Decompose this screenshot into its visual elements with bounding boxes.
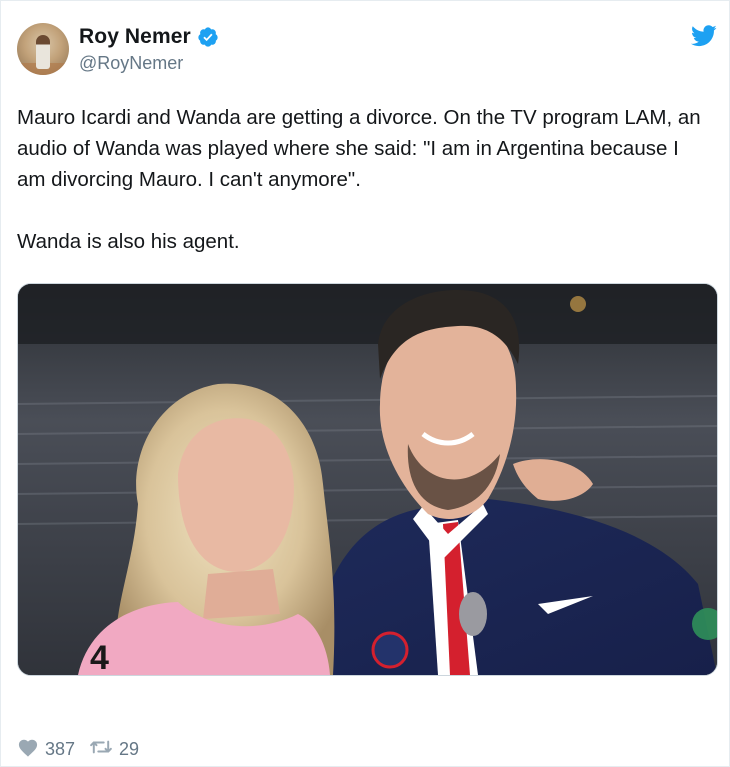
tweet-photo[interactable]: 4 bbox=[17, 283, 718, 676]
like-count: 387 bbox=[45, 738, 76, 759]
display-name[interactable]: Roy Nemer bbox=[79, 25, 191, 49]
tweet-text: Mauro Icardi and Wanda are getting a div… bbox=[17, 106, 701, 253]
retweet-icon[interactable] bbox=[89, 738, 113, 761]
avatar[interactable] bbox=[17, 23, 69, 75]
retweet-count: 29 bbox=[119, 738, 140, 759]
twitter-bird-icon[interactable] bbox=[690, 25, 717, 47]
photo-illustration: 4 bbox=[18, 284, 717, 675]
retweet-action[interactable]: 29 bbox=[89, 738, 139, 761]
tweet-header: Roy Nemer @RoyNemer bbox=[17, 23, 717, 79]
tweet-card: Roy Nemer @RoyNemer Mauro Icardi and Wan… bbox=[0, 0, 730, 767]
like-action[interactable]: 387 bbox=[17, 737, 75, 762]
verified-badge-icon bbox=[197, 26, 219, 48]
heart-icon[interactable] bbox=[17, 737, 39, 762]
tweet-actions: 387 29 bbox=[17, 737, 153, 761]
jersey-number: 4 bbox=[90, 639, 109, 675]
user-handle[interactable]: @RoyNemer bbox=[79, 53, 183, 74]
name-row: Roy Nemer bbox=[79, 23, 219, 51]
avatar-figure bbox=[36, 35, 50, 69]
